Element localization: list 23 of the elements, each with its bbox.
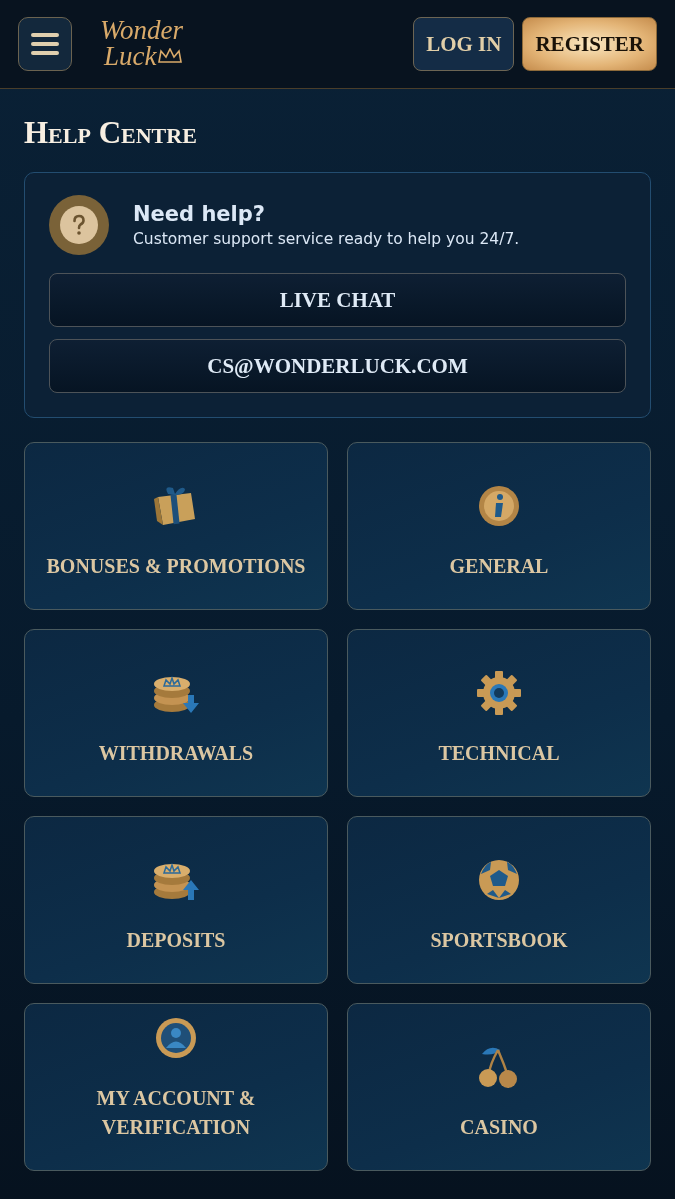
help-icon [49, 195, 109, 255]
login-button[interactable]: LOG IN [413, 17, 515, 71]
category-card[interactable]: TECHNICAL [347, 629, 651, 797]
category-card[interactable]: WITHDRAWALS [24, 629, 328, 797]
category-card[interactable]: GENERAL [347, 442, 651, 610]
category-card[interactable]: CASINO [347, 1003, 651, 1171]
register-button[interactable]: REGISTER [522, 17, 657, 71]
category-card[interactable]: SPORTSBOOK [347, 816, 651, 984]
support-text: Customer support service ready to help you 24/7. [133, 230, 520, 248]
category-card[interactable]: MY ACCOUNT & VERIFICATION [24, 1003, 328, 1171]
menu-button[interactable] [18, 17, 72, 71]
email-button[interactable]: CS@WONDERLUCK.COM [49, 339, 626, 393]
support-title: Need help? [133, 202, 266, 226]
info-icon [478, 485, 520, 527]
ball-icon [477, 858, 521, 902]
category-card[interactable]: DEPOSITS [24, 816, 328, 984]
menu-icon [30, 32, 60, 56]
page-title: Help Centre [24, 117, 198, 148]
logo[interactable]: Wonder Luck [100, 18, 184, 70]
gear-icon [476, 670, 522, 716]
category-card[interactable]: BONUSES & PROMOTIONS [24, 442, 328, 610]
person-icon [155, 1017, 197, 1059]
live-chat-button[interactable]: LIVE CHAT [49, 273, 626, 327]
